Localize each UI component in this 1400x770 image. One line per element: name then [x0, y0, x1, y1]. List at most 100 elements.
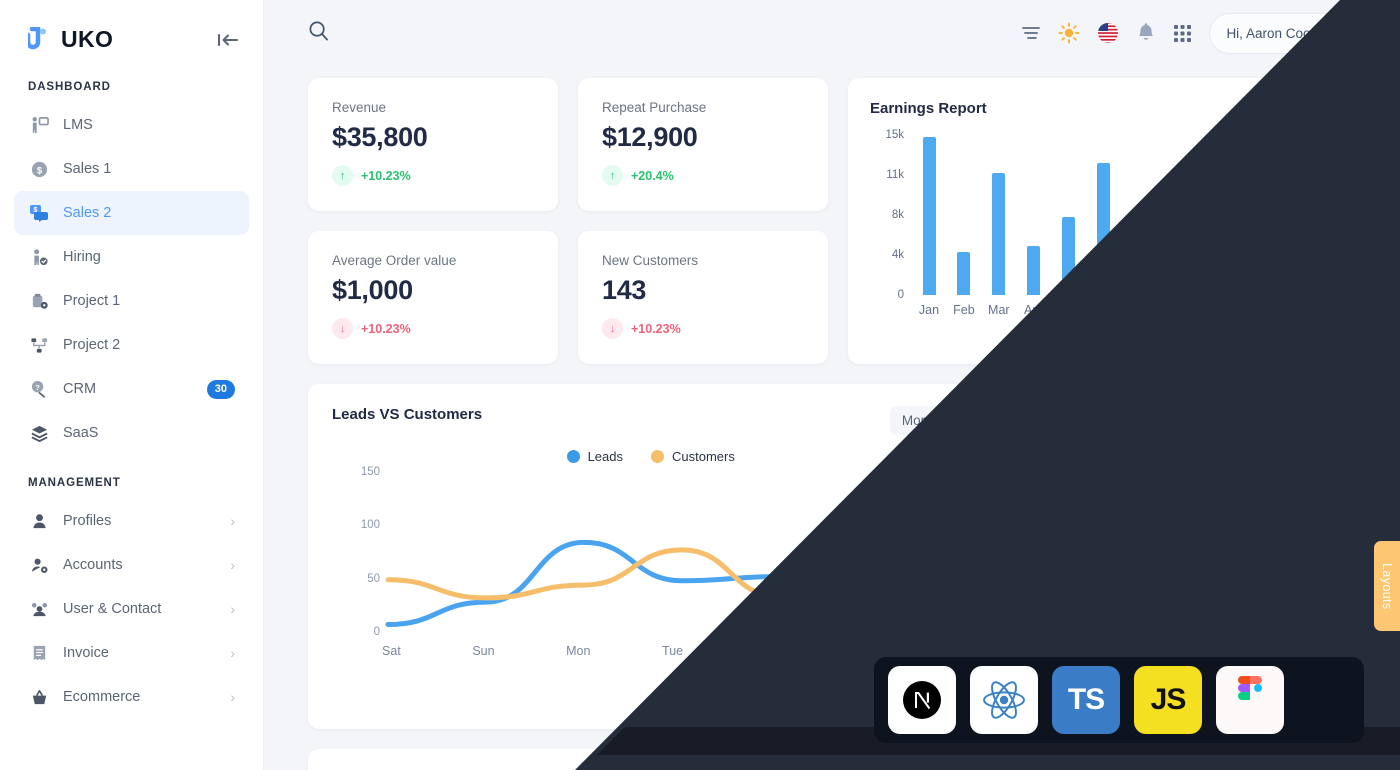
earnings-bar[interactable]	[1097, 163, 1111, 295]
search-icon[interactable]	[308, 20, 329, 46]
donut-segment[interactable]	[1074, 461, 1185, 624]
layers-icon	[28, 422, 50, 444]
leads-x-axis: Sat Sun Mon Tue Wed Thu Fri	[382, 644, 959, 658]
kpi-delta-value: +10.23%	[361, 168, 411, 183]
sidebar-item-label: Profiles	[63, 513, 112, 529]
chevron-right-icon: ›	[230, 645, 235, 661]
earnings-x-tick: Sep	[1197, 303, 1220, 317]
sidebar-item-lms[interactable]: LMS	[14, 103, 249, 147]
collapse-sidebar-icon[interactable]	[217, 31, 239, 49]
kpi-card-revenue[interactable]: Revenue $35,800 ↑ +10.23%	[308, 78, 558, 211]
earnings-bar[interactable]	[1201, 218, 1215, 295]
kpi-value: 143	[602, 275, 647, 305]
earnings-bar-column[interactable]	[1191, 135, 1225, 295]
kpi-card-average-order-value[interactable]: Average Order value $1,000 ↓ +10.23%	[308, 231, 558, 364]
sidebar-item-ecommerce[interactable]: Ecommerce ›	[14, 675, 249, 719]
profile-icon	[28, 510, 50, 532]
donut-label: Avg Range	[1147, 543, 1222, 561]
sidebar-item-invoice[interactable]: Invoice ›	[14, 631, 249, 675]
earnings-bar-column[interactable]	[1017, 135, 1051, 295]
sidebar-item-project-1[interactable]: Project 1	[14, 279, 249, 323]
sidebar-item-label: Ecommerce	[63, 689, 141, 705]
leads-y-tick: 50	[367, 572, 380, 585]
earnings-bar[interactable]	[1236, 189, 1250, 295]
arrow-up-icon: ↑	[602, 165, 623, 186]
sun-theme-icon[interactable]	[1058, 22, 1080, 44]
sidebar-divider-space	[0, 455, 263, 469]
earnings-title: Earnings Report	[870, 100, 987, 117]
earnings-bar[interactable]	[922, 137, 936, 295]
sidebar-item-hiring[interactable]: Hiring	[14, 235, 249, 279]
users-group-icon	[28, 598, 50, 620]
project-box-icon	[28, 290, 50, 312]
basket-icon	[28, 686, 50, 708]
earnings-bar-column[interactable]	[982, 135, 1016, 295]
nextjs-logo-icon[interactable]	[888, 666, 956, 734]
crm-bubble-icon: ?	[28, 378, 50, 400]
sidebar-item-sales-2[interactable]: $ Sales 2	[14, 191, 249, 235]
earnings-bar[interactable]	[1027, 246, 1041, 295]
chevron-right-icon: ›	[230, 513, 235, 529]
sidebar-item-label: Invoice	[63, 645, 109, 661]
account-gear-icon	[28, 554, 50, 576]
apps-grid-icon[interactable]	[1173, 24, 1192, 43]
kpi-value: $35,800	[332, 122, 428, 152]
sidebar-item-project-2[interactable]: Project 2	[14, 323, 249, 367]
user-profile-chip[interactable]: Hi, Aaron Cooper	[1209, 12, 1374, 54]
sidebar-item-user-contact[interactable]: User & Contact ›	[14, 587, 249, 631]
sidebar-section-dashboard: DASHBOARD	[28, 81, 111, 93]
kpi-delta-value: +10.23%	[631, 321, 681, 336]
earnings-bar-column[interactable]	[1121, 135, 1155, 295]
leads-month-dropdown[interactable]: Month ⌄	[889, 406, 970, 435]
earnings-y-tick: 15k	[885, 129, 904, 141]
earnings-bar-column[interactable]	[1296, 135, 1330, 295]
earnings-bar-column[interactable]	[1156, 135, 1190, 295]
sidebar-item-profiles[interactable]: Profiles ›	[14, 499, 249, 543]
sidebar-item-label: CRM	[63, 381, 97, 397]
leads-x-tick: Tue	[662, 644, 684, 658]
arrow-down-icon: ↓	[602, 318, 623, 339]
earnings-bar-column[interactable]	[947, 135, 981, 295]
bell-notification-icon[interactable]	[1136, 22, 1156, 44]
leads-header: Leads VS Customers Month ⌄	[332, 406, 970, 435]
earnings-x-tick: Mar	[988, 303, 1010, 317]
earnings-bar[interactable]	[1062, 217, 1076, 295]
javascript-label: JS	[1150, 683, 1187, 716]
sidebar-item-saas[interactable]: SaaS	[14, 411, 249, 455]
kpi-card-new-customers[interactable]: New Customers 143 ↓ +10.23%	[578, 231, 828, 364]
earnings-bar-column[interactable]	[912, 135, 946, 295]
react-logo-icon[interactable]	[970, 666, 1038, 734]
earnings-bar[interactable]	[1271, 242, 1285, 295]
earnings-bar-column[interactable]	[1052, 135, 1086, 295]
leads-series-line	[385, 503, 979, 601]
layouts-side-tab[interactable]: Layouts	[1374, 541, 1400, 631]
typescript-logo-icon[interactable]: TS	[1052, 666, 1120, 734]
sidebar-item-accounts[interactable]: Accounts ›	[14, 543, 249, 587]
javascript-logo-icon[interactable]: JS	[1134, 666, 1202, 734]
brand-name: UKO	[61, 26, 114, 52]
earnings-bar[interactable]	[1306, 137, 1320, 295]
earnings-bar[interactable]	[992, 173, 1006, 295]
earnings-bar[interactable]	[957, 252, 971, 295]
earnings-bar-column[interactable]	[1087, 135, 1121, 295]
earnings-bar-column[interactable]	[1261, 135, 1295, 295]
figma-logo-icon[interactable]	[1216, 666, 1284, 734]
brand[interactable]: UKO	[28, 26, 113, 53]
sidebar-item-crm[interactable]: ? CRM 30	[14, 367, 249, 411]
earnings-bar-column[interactable]	[1226, 135, 1260, 295]
leads-title: Leads VS Customers	[332, 406, 483, 423]
earnings-bar[interactable]	[1131, 266, 1145, 295]
kpi-card-repeat-purchase[interactable]: Repeat Purchase $12,900 ↑ +20.4%	[578, 78, 828, 211]
earnings-bar[interactable]	[1166, 173, 1180, 295]
filter-lines-icon[interactable]	[1021, 23, 1041, 43]
bottom-partial-card	[308, 749, 1356, 770]
earnings-month-dropdown[interactable]: Month	[1273, 100, 1334, 115]
earnings-header: Earnings Report Month	[870, 100, 1334, 117]
sidebar-item-sales-1[interactable]: $ Sales 1	[14, 147, 249, 191]
legend-item-leads[interactable]: Leads	[566, 449, 623, 464]
earnings-x-axis: Jan Feb Mar Apr May Jun Jul Aug Sep Oct Nov Dec	[912, 303, 1330, 317]
kpi-title: Revenue	[332, 100, 387, 115]
leads-line-chart: 0 50 100 150 Sat Sun Mon Tue Wed Thu Fri	[332, 466, 979, 672]
flag-us-icon[interactable]	[1097, 22, 1119, 44]
legend-item-customers[interactable]: Customers	[651, 449, 735, 464]
